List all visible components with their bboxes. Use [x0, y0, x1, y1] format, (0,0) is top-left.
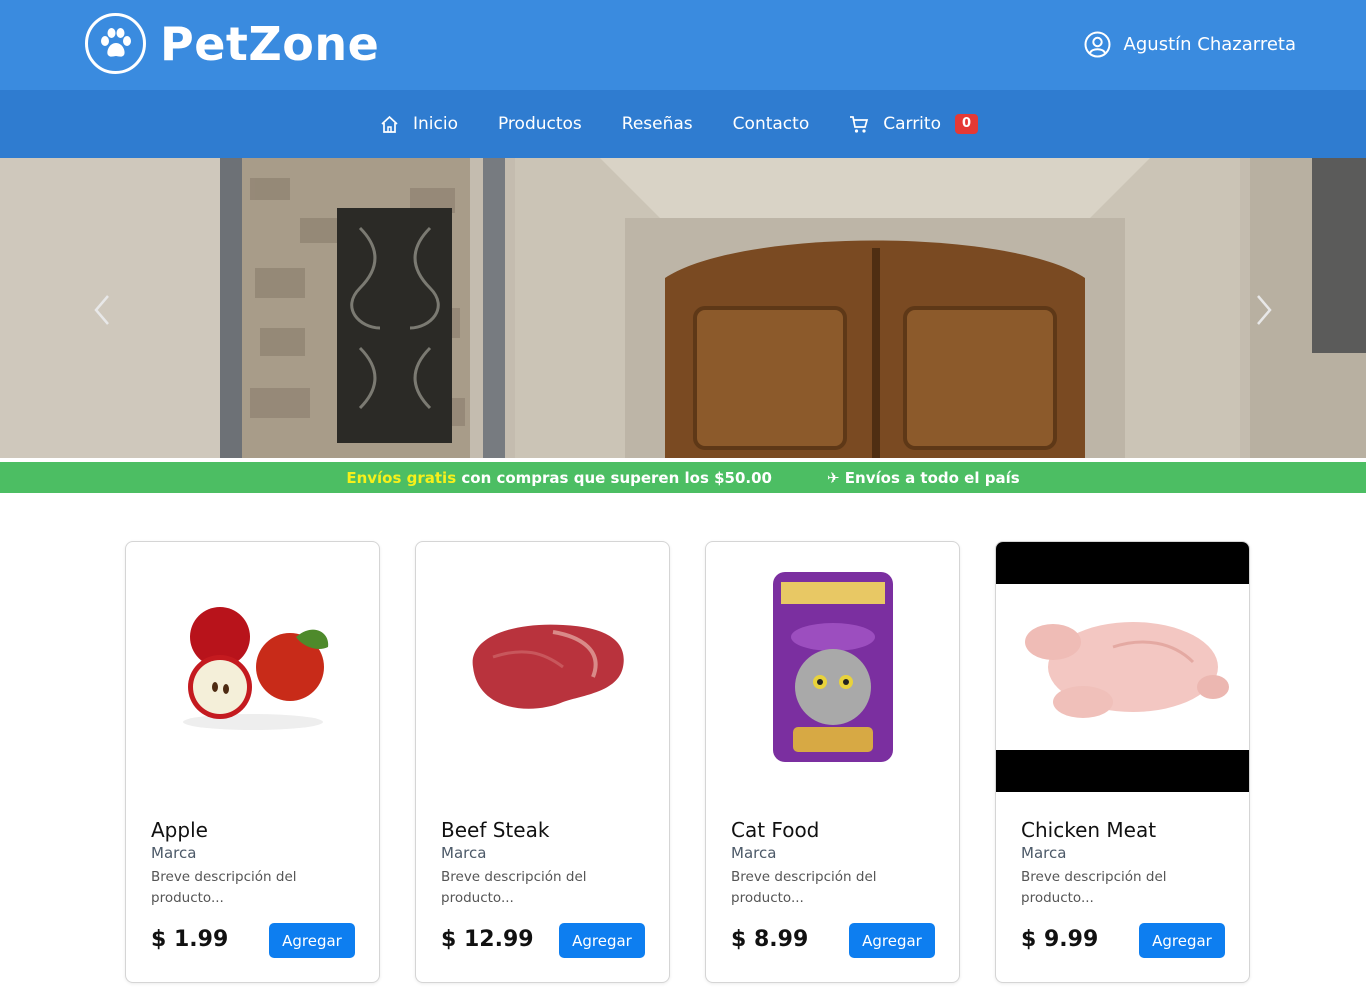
- nav-resenas[interactable]: Reseñas: [622, 114, 693, 134]
- product-image-cat-food: [706, 542, 959, 792]
- product-brand: Marca: [441, 844, 487, 862]
- product-price: $ 1.99: [151, 927, 229, 952]
- nav-carrito-label: Carrito: [883, 114, 941, 134]
- product-brand: Marca: [731, 844, 777, 862]
- add-to-cart-button[interactable]: Agregar: [559, 923, 645, 958]
- product-image-chicken-meat: [996, 542, 1249, 792]
- product-grid: Apple Marca Breve descripción del produc…: [125, 541, 1285, 983]
- hero-carousel: [0, 158, 1366, 458]
- carousel-next-icon[interactable]: [1254, 293, 1274, 327]
- carousel-prev-icon[interactable]: [92, 293, 112, 327]
- home-icon: [381, 115, 398, 133]
- cart-count-badge: 0: [954, 114, 979, 134]
- main-nav: Inicio Productos Reseñas Contacto Carrit…: [0, 90, 1366, 158]
- add-to-cart-button[interactable]: Agregar: [1139, 923, 1225, 958]
- product-card: Chicken Meat Marca Breve descripción del…: [995, 541, 1250, 983]
- nav-resenas-label: Reseñas: [621, 114, 693, 134]
- brand-name: PetZone: [160, 16, 380, 71]
- product-description: Breve descripción del producto...: [731, 869, 877, 906]
- promo-highlight: Envíos gratis: [346, 468, 457, 487]
- add-to-cart-button[interactable]: Agregar: [849, 923, 935, 958]
- nav-contacto[interactable]: Contacto: [733, 114, 810, 134]
- nav-productos[interactable]: Productos: [498, 114, 582, 134]
- product-price: $ 9.99: [1021, 927, 1099, 952]
- nav-carrito[interactable]: Carrito 0: [849, 114, 979, 134]
- product-description: Breve descripción del producto...: [151, 869, 297, 906]
- product-card: Cat Food Marca Breve descripción del pro…: [705, 541, 960, 983]
- nav-inicio[interactable]: Inicio: [380, 114, 458, 134]
- product-name: Chicken Meat: [1021, 818, 1157, 842]
- user-menu[interactable]: Agustín Chazarreta: [1084, 31, 1296, 58]
- top-header: PetZone Agustín Chazarreta: [0, 0, 1366, 90]
- product-price: $ 12.99: [441, 927, 534, 952]
- product-card: Apple Marca Breve descripción del produc…: [125, 541, 380, 983]
- nav-inicio-label: Inicio: [413, 114, 458, 134]
- paw-icon: [85, 13, 146, 74]
- user-name: Agustín Chazarreta: [1123, 34, 1296, 55]
- product-name: Cat Food: [731, 818, 820, 842]
- add-to-cart-button[interactable]: Agregar: [269, 923, 355, 958]
- product-description: Breve descripción del producto...: [1021, 869, 1167, 906]
- nav-contacto-label: Contacto: [732, 114, 810, 134]
- cart-icon: [850, 115, 869, 133]
- product-brand: Marca: [1021, 844, 1067, 862]
- product-price: $ 8.99: [731, 927, 809, 952]
- hero-image: [0, 158, 1366, 458]
- user-circle-icon: [1084, 31, 1111, 58]
- nav-productos-label: Productos: [497, 114, 582, 134]
- product-brand: Marca: [151, 844, 197, 862]
- product-name: Apple: [151, 818, 208, 842]
- product-image-apple: [126, 542, 379, 792]
- product-description: Breve descripción del producto...: [441, 869, 587, 906]
- product-name: Beef Steak: [441, 818, 550, 842]
- product-image-beef-steak: [416, 542, 669, 792]
- promo-banner: Envíos gratis con compras que superen lo…: [0, 462, 1366, 493]
- logo[interactable]: PetZone: [85, 13, 379, 74]
- promo-text: con compras que superen los $50.00: [461, 468, 772, 487]
- promo-shipping: ✈ Envíos a todo el país: [827, 468, 1020, 487]
- product-card: Beef Steak Marca Breve descripción del p…: [415, 541, 670, 983]
